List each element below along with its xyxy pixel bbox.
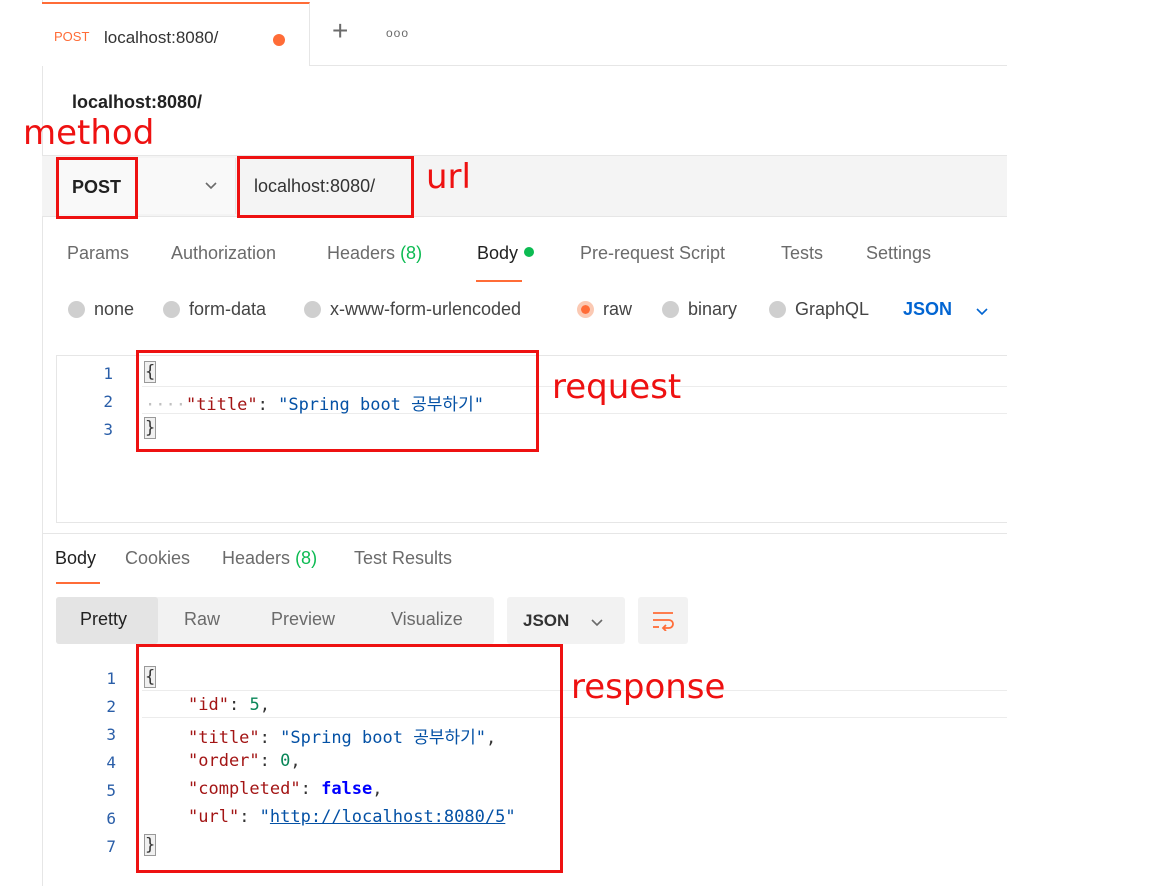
unsaved-dot-icon[interactable] [273,34,285,46]
response-tab-cookies[interactable]: Cookies [125,548,190,569]
new-tab-plus-icon[interactable]: + [332,17,348,45]
url-annotation-label: url [426,157,471,197]
view-preview-button[interactable]: Preview [271,609,335,630]
active-tab-underline [476,280,522,282]
radio-graphql[interactable]: GraphQL [769,299,869,320]
radio-form-data-label: form-data [189,299,267,319]
line-number: 6 [106,809,116,828]
radio-graphql-label: GraphQL [795,299,870,319]
radio-urlencoded-label: x-www-form-urlencoded [330,299,522,319]
divider [42,533,1007,534]
url-annotation-box [237,156,414,218]
request-tab[interactable]: POST localhost:8080/ [42,2,310,66]
line-number: 2 [103,392,113,411]
view-visualize-button[interactable]: Visualize [391,609,463,630]
tab-body[interactable]: Body [477,243,535,264]
method-annotation-box [56,157,138,219]
response-headers-count: (8) [295,548,318,568]
tab-params[interactable]: Params [67,243,129,264]
tab-pre-request-script[interactable]: Pre-request Script [580,243,725,264]
request-annotation-box [136,350,539,452]
radio-binary-label: binary [688,299,738,319]
tab-body-label: Body [477,243,519,263]
tab-settings[interactable]: Settings [866,243,931,264]
headers-count: (8) [400,243,423,263]
line-number: 7 [106,837,116,856]
line-number: 1 [103,364,113,383]
tab-method-label: POST [54,29,90,44]
line-number: 2 [106,697,116,716]
response-format-value[interactable]: JSON [523,611,569,631]
response-tab-headers[interactable]: Headers (8) [222,548,317,569]
view-pretty-button[interactable]: Pretty [80,609,127,630]
radio-x-www-form-urlencoded[interactable]: x-www-form-urlencoded [304,299,521,320]
line-number: 3 [103,420,113,439]
tab-headers[interactable]: Headers (8) [327,243,422,264]
radio-form-data[interactable]: form-data [163,299,266,320]
wrap-lines-icon [653,612,674,631]
line-number: 1 [106,669,116,688]
radio-raw[interactable]: raw [577,299,632,320]
radio-binary[interactable]: binary [662,299,737,320]
method-annotation-label: method [23,113,155,153]
radio-selected-icon [577,301,594,318]
request-annotation-label: request [552,367,682,407]
radio-icon [769,301,786,318]
active-tab-underline [56,582,100,584]
response-tab-test-results[interactable]: Test Results [354,548,452,569]
radio-icon [662,301,679,318]
request-name[interactable]: localhost:8080/ [72,92,202,113]
radio-icon [163,301,180,318]
radio-none-label: none [94,299,135,319]
more-tabs-icon[interactable]: ooo [386,26,409,40]
line-number: 3 [106,725,116,744]
language-select[interactable]: JSON [903,299,952,320]
radio-icon [304,301,321,318]
wrap-lines-button[interactable] [638,597,688,644]
response-tab-body[interactable]: Body [55,548,96,569]
response-annotation-label: response [571,667,726,707]
chevron-down-icon[interactable] [590,615,604,629]
tab-authorization[interactable]: Authorization [171,243,276,264]
chevron-down-icon[interactable] [204,178,218,192]
body-indicator-dot-icon [524,247,535,257]
tab-headers-label: Headers [327,243,396,263]
tab-tests[interactable]: Tests [781,243,823,264]
view-raw-button[interactable]: Raw [184,609,220,630]
response-annotation-box [136,644,563,873]
radio-icon [68,301,85,318]
line-number: 4 [106,753,116,772]
tab-bar: POST localhost:8080/ + ooo [42,0,1007,66]
line-number: 5 [106,781,116,800]
tab-title: localhost:8080/ [104,28,219,47]
chevron-down-icon[interactable] [975,304,989,318]
radio-raw-label: raw [603,299,633,319]
radio-none[interactable]: none [68,299,134,320]
response-tab-headers-label: Headers [222,548,291,568]
